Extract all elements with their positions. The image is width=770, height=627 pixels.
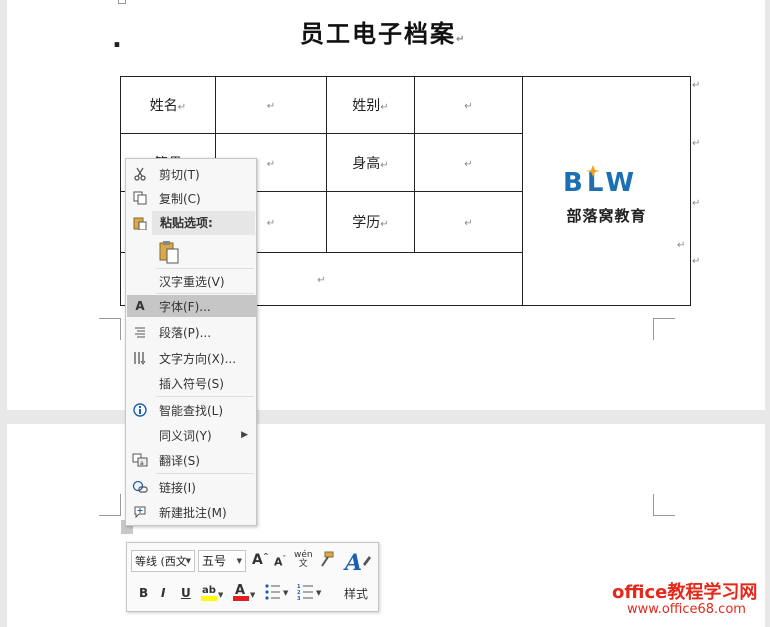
- company-logo: BLW 部落窝教育: [523, 157, 690, 226]
- italic-button[interactable]: I: [161, 586, 165, 600]
- submenu-arrow-icon: ▶: [241, 430, 248, 440]
- label-height[interactable]: 身高↵: [326, 133, 415, 192]
- menu-separator: [156, 396, 254, 397]
- font-family-dropdown[interactable]: 等线 (西文 ▼: [131, 550, 195, 572]
- svg-text:3: 3: [297, 596, 301, 601]
- blw-logo-icon: BLW: [563, 164, 638, 197]
- menu-item-cut[interactable]: 剪切(T): [127, 163, 256, 185]
- text-direction-icon: [127, 347, 153, 369]
- styles-button[interactable]: A: [339, 548, 377, 577]
- svg-text:▼: ▼: [283, 589, 289, 597]
- format-painter-icon: [321, 551, 334, 567]
- menu-item-font[interactable]: A 字体(F)...: [127, 295, 256, 317]
- row-end-mark: ↵: [692, 80, 701, 91]
- font-color-button[interactable]: A ▼: [231, 581, 256, 606]
- font-size-dropdown[interactable]: 五号 ▼: [198, 550, 246, 572]
- chevron-down-icon: ▼: [185, 557, 191, 565]
- underline-button[interactable]: U: [181, 586, 191, 600]
- highlight-button[interactable]: ab ▼: [199, 581, 224, 606]
- translate-icon: a: [127, 449, 153, 471]
- menu-item-text-direction[interactable]: 文字方向(X)...: [127, 347, 256, 369]
- paste-options-header: 粘贴选项:: [152, 211, 255, 235]
- svg-text:a: a: [140, 460, 144, 467]
- scissors-icon: [127, 163, 153, 185]
- menu-item-insert-symbol[interactable]: 插入符号(S): [127, 372, 256, 394]
- shrink-font-button[interactable]: Aˇ: [274, 555, 286, 569]
- grow-font-button[interactable]: A^: [252, 552, 269, 568]
- menu-item-synonyms[interactable]: 同义词(Y) ▶: [127, 424, 256, 446]
- table-anchor-handle[interactable]: [118, 0, 126, 4]
- cell-end-mark: ↵: [677, 240, 686, 251]
- crop-mark: [653, 494, 675, 516]
- menu-item-paragraph[interactable]: 段落(P)...: [127, 321, 256, 343]
- label-education[interactable]: 学历↵: [326, 191, 415, 253]
- chevron-down-icon: ▼: [236, 557, 242, 565]
- menu-separator: [156, 473, 254, 474]
- crop-mark: [653, 318, 675, 340]
- bullet-list-icon: ▼: [265, 584, 289, 600]
- bold-button[interactable]: B: [139, 586, 148, 600]
- paste-icon: [127, 212, 153, 234]
- svg-text:▼: ▼: [250, 591, 255, 599]
- menu-item-copy[interactable]: 复制(C): [127, 187, 256, 209]
- logo-text: 部落窝教育: [566, 206, 647, 225]
- row-end-mark: ↵: [692, 138, 701, 149]
- format-painter-button[interactable]: [317, 551, 335, 572]
- menu-item-smart-lookup[interactable]: 智能查找(L): [127, 399, 256, 421]
- menu-separator: [156, 268, 254, 269]
- link-icon: [127, 476, 153, 498]
- svg-text:BLW: BLW: [563, 168, 638, 197]
- font-a-icon: A: [135, 299, 145, 313]
- svg-text:A: A: [235, 583, 245, 598]
- paste-keep-source-button[interactable]: [156, 239, 182, 265]
- styles-label: 样式: [344, 587, 369, 601]
- styles-icon: A: [343, 550, 371, 576]
- svg-text:▼: ▼: [218, 591, 223, 599]
- font-color-icon: A ▼: [233, 583, 256, 601]
- paragraph-dot: .: [112, 24, 122, 54]
- numbering-button[interactable]: 1 2 3 ▼: [297, 583, 323, 604]
- watermark-url: www.office68.com: [627, 602, 746, 617]
- row-end-mark: ↵: [692, 256, 701, 267]
- input-education-cell[interactable]: ↵: [414, 191, 523, 253]
- label-name[interactable]: 姓名↵: [120, 76, 216, 134]
- comment-icon: [127, 501, 153, 523]
- numbered-list-icon: 123▼: [297, 584, 322, 602]
- input-name-cell[interactable]: ↵: [215, 76, 327, 134]
- highlighter-icon: ab ▼: [201, 585, 224, 601]
- svg-text:▼: ▼: [316, 589, 322, 597]
- crop-mark: [99, 318, 121, 340]
- menu-item-reconvert[interactable]: 汉字重选(V): [127, 270, 256, 292]
- menu-item-translate[interactable]: a 翻译(S): [127, 449, 256, 471]
- crop-mark: [99, 494, 121, 516]
- input-height-cell[interactable]: ↵: [414, 133, 523, 192]
- svg-text:A: A: [343, 550, 362, 574]
- input-gender-cell[interactable]: ↵: [414, 76, 523, 134]
- smart-lookup-icon: [127, 399, 153, 421]
- context-menu: 剪切(T) 复制(C) 粘贴选项: 汉字重选(V) A 字体(F)... 段落(…: [125, 158, 257, 526]
- mini-toolbar: 等线 (西文 ▼ 五号 ▼ A^ Aˇ wén 文 B I U ab ▼ A ▼ ▼ 12…: [126, 542, 379, 612]
- menu-item-new-comment[interactable]: 新建批注(M): [127, 501, 256, 523]
- copy-icon: [127, 187, 153, 209]
- clipboard-icon: [159, 241, 179, 264]
- phonetic-guide-button[interactable]: wén 文: [294, 551, 313, 569]
- paragraph-icon: [127, 321, 153, 343]
- bullets-button[interactable]: ▼: [264, 583, 290, 604]
- menu-separator: [156, 293, 254, 294]
- svg-text:ab: ab: [202, 585, 216, 596]
- label-gender[interactable]: 姓别↵: [326, 76, 415, 134]
- watermark-title: office教程学习网: [612, 582, 758, 603]
- menu-item-link[interactable]: 链接(I): [127, 476, 256, 498]
- document-title[interactable]: 员工电子档案↵: [300, 14, 466, 49]
- logo-cell[interactable]: BLW 部落窝教育: [522, 76, 691, 306]
- row-end-mark: ↵: [692, 198, 701, 209]
